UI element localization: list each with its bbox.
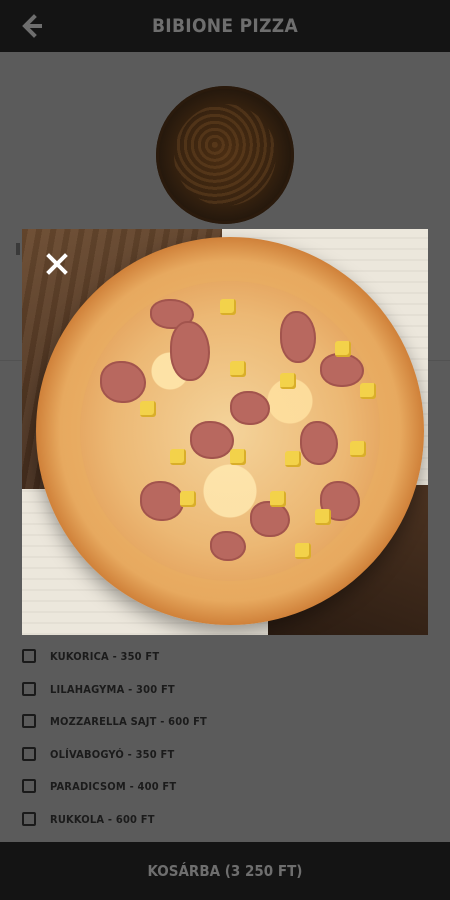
app-header: BIBIONE PIZZA [0,0,450,52]
pineapple-topping [180,491,196,507]
pizza-image [36,237,424,625]
add-to-cart-label: KOSÁRBA (3 250 FT) [147,862,303,880]
pineapple-topping [170,449,186,465]
pineapple-topping [285,451,301,467]
ham-topping [230,391,270,425]
ingredient-label: KUKORICA - 350 FT [50,649,160,663]
checkbox[interactable] [22,747,36,761]
pizza-topping-area [80,281,380,581]
add-to-cart-button[interactable]: KOSÁRBA (3 250 FT) [0,842,450,900]
ham-topping [210,531,246,561]
ingredient-option[interactable]: MOZZARELLA SAJT - 600 FT [22,711,207,731]
pineapple-topping [270,491,286,507]
pineapple-topping [230,361,246,377]
pineapple-topping [220,299,236,315]
ingredient-label: PARADICSOM - 400 FT [50,779,177,793]
checkbox[interactable] [22,649,36,663]
ingredient-label: RUKKOLA - 600 FT [50,812,155,826]
pineapple-topping [230,449,246,465]
ingredient-option[interactable]: KUKORICA - 350 FT [22,646,159,666]
pizza-image-modal [22,229,428,635]
ham-topping [100,361,146,403]
checkbox[interactable] [22,779,36,793]
pizza-thumbnail [156,86,294,224]
pineapple-topping [360,383,376,399]
ham-topping [190,421,234,459]
ingredient-option[interactable]: OLÍVABOGYÓ - 350 FT [22,744,174,764]
ingredient-label: MOZZARELLA SAJT - 600 FT [50,714,207,728]
pineapple-topping [350,441,366,457]
ingredient-option[interactable]: LILAHAGYMA - 300 FT [22,679,175,699]
pineapple-topping [335,341,351,357]
ingredient-option[interactable]: RUKKOLA - 600 FT [22,809,155,829]
background-text-fragment [16,243,20,255]
ham-topping [320,353,364,387]
checkbox[interactable] [22,812,36,826]
ham-topping [170,321,210,381]
pineapple-topping [140,401,156,417]
page-title: BIBIONE PIZZA [151,15,299,37]
ham-topping [280,311,316,363]
ham-topping [140,481,184,521]
arrow-left-icon[interactable] [18,12,46,40]
pineapple-topping [295,543,311,559]
pineapple-topping [280,373,296,389]
ingredient-option[interactable]: PARADICSOM - 400 FT [22,776,176,796]
ingredient-label: OLÍVABOGYÓ - 350 FT [50,747,175,761]
ingredient-label: LILAHAGYMA - 300 FT [50,682,175,696]
ham-topping [300,421,338,465]
checkbox[interactable] [22,714,36,728]
pineapple-topping [315,509,331,525]
checkbox[interactable] [22,682,36,696]
close-icon[interactable] [46,253,68,275]
